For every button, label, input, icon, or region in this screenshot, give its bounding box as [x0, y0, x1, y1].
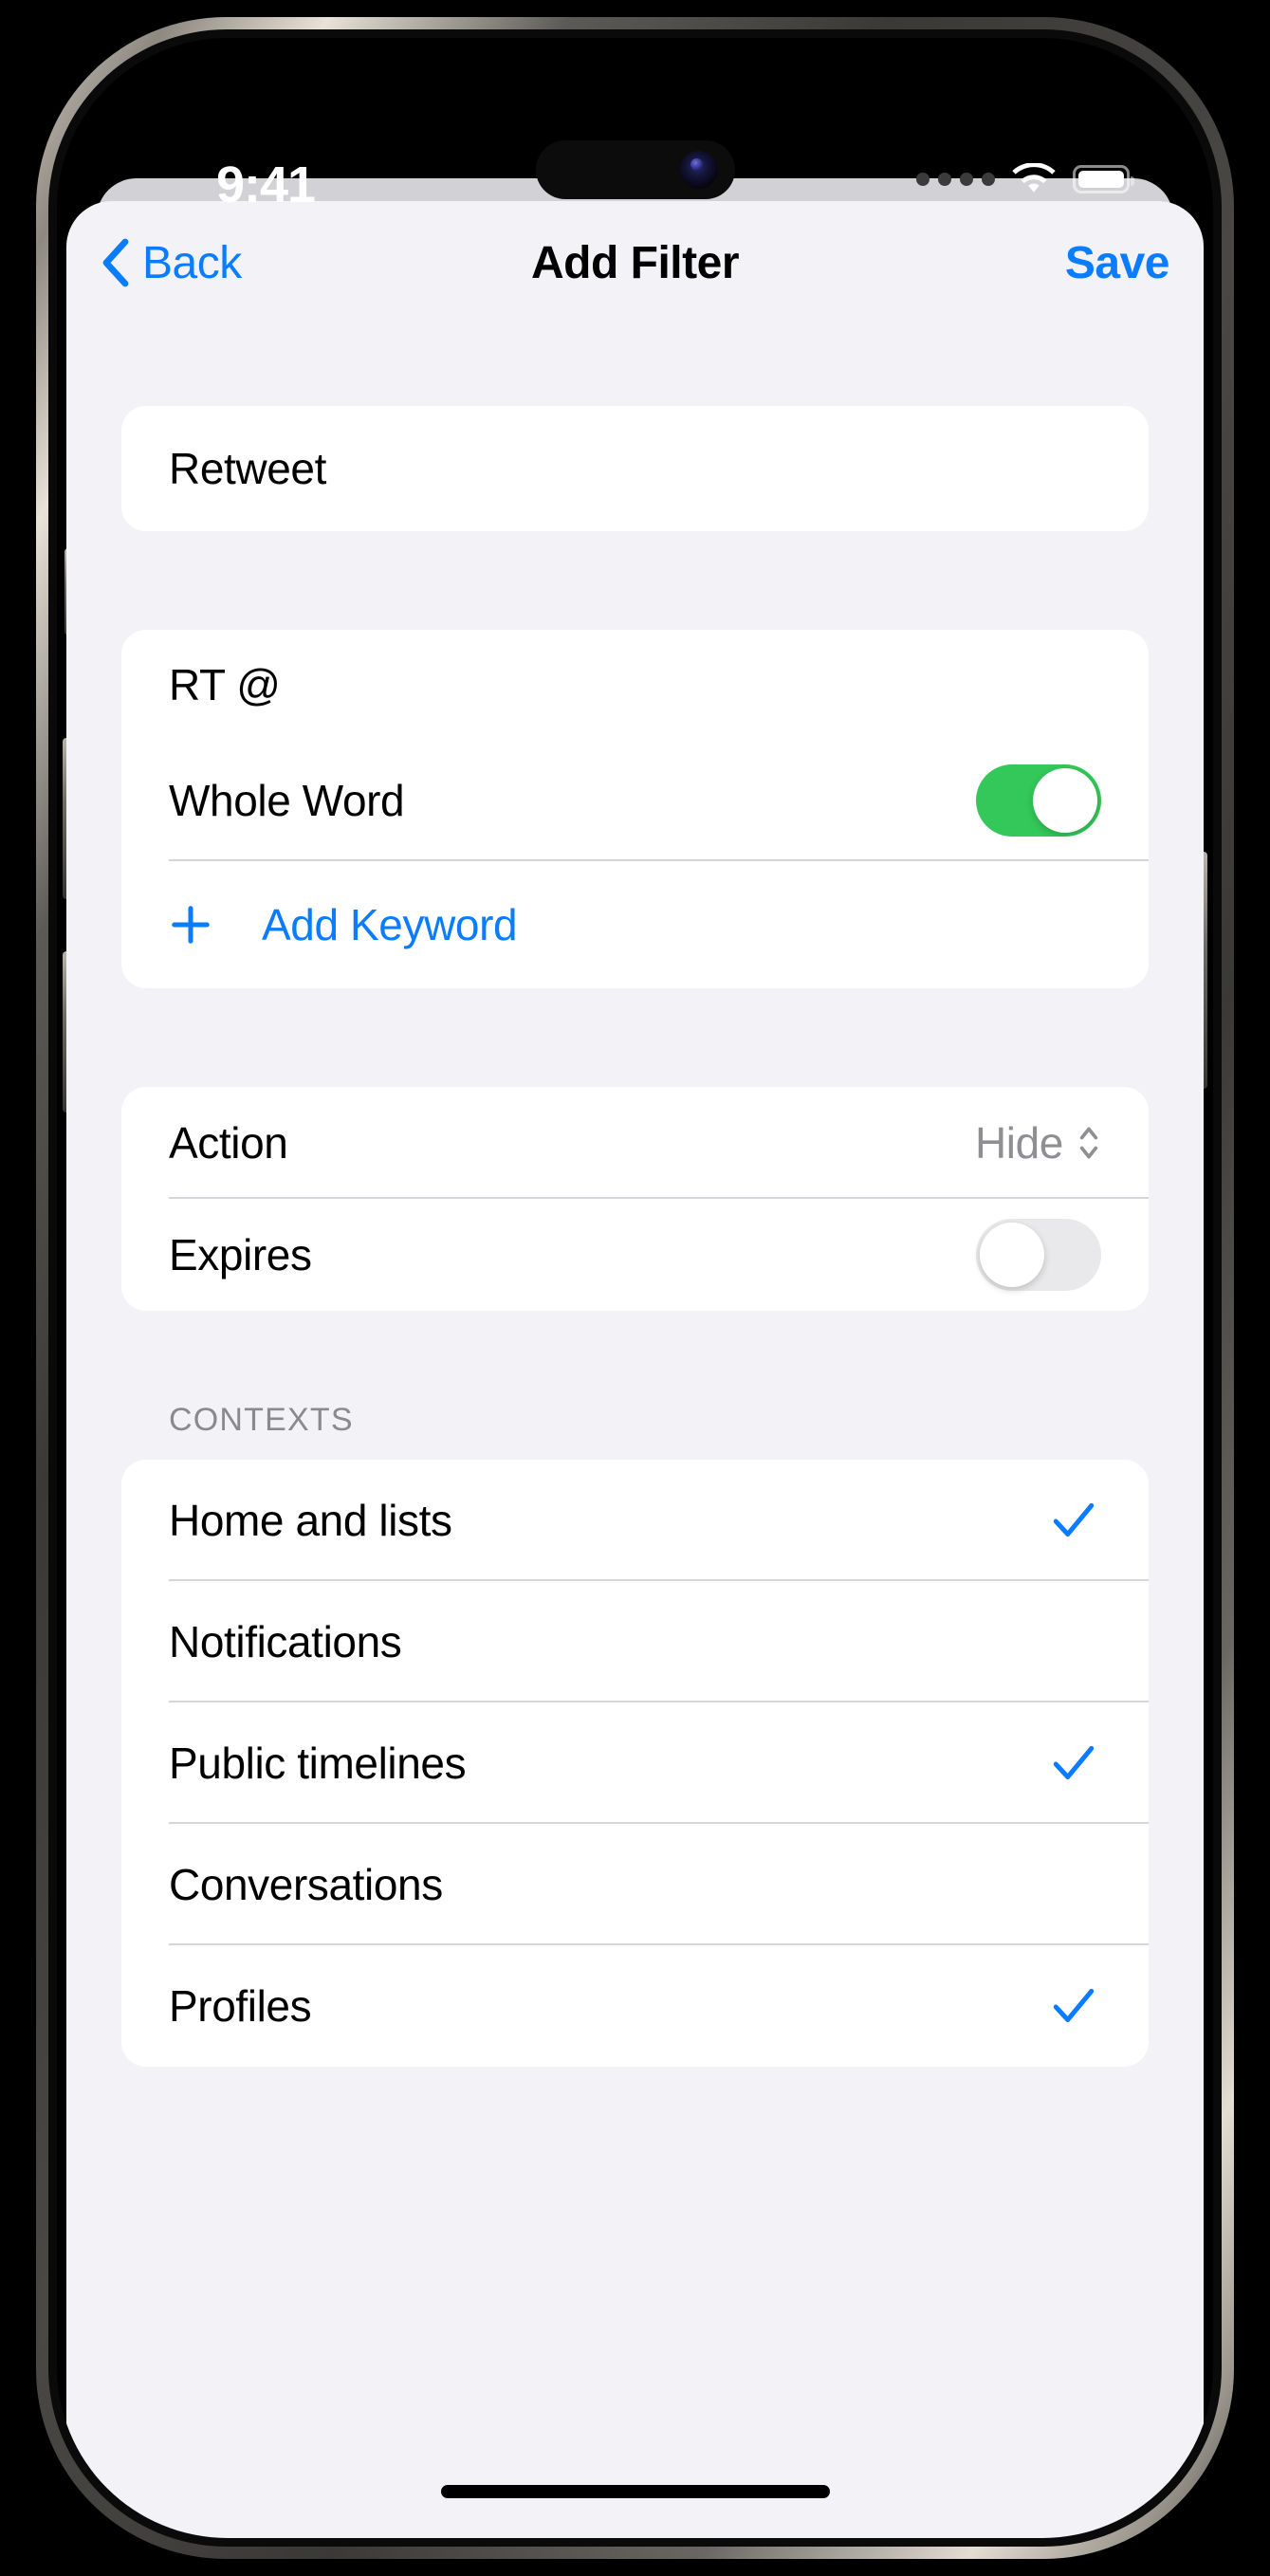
home-indicator[interactable]: [440, 2485, 830, 2498]
filter-name-card: Retweet: [121, 406, 1149, 531]
expires-row: Expires: [121, 1199, 1149, 1311]
cellular-signal-dots-icon: [916, 173, 995, 186]
up-down-chevron-icon: [1079, 1127, 1098, 1159]
context-row-public-timelines[interactable]: Public timelines: [121, 1702, 1149, 1824]
context-label: Home and lists: [169, 1496, 452, 1545]
filter-name-input[interactable]: Retweet: [169, 443, 326, 494]
front-camera-icon: [679, 151, 718, 189]
checkmark-icon: [1053, 1988, 1095, 2023]
context-row-home-and-lists[interactable]: Home and lists: [121, 1460, 1149, 1581]
keyword-row[interactable]: RT @: [121, 630, 1149, 740]
context-row-conversations[interactable]: Conversations: [121, 1824, 1149, 1945]
sheet-content: Retweet RT @ Whole Word Add Keyword Acti…: [66, 324, 1204, 2067]
keywords-card: RT @ Whole Word Add Keyword: [121, 630, 1149, 988]
device-screen: 9:41 Back Add Filter Save Retweet RT @ W…: [57, 38, 1213, 2538]
iphone-device-frame: 9:41 Back Add Filter Save Retweet RT @ W…: [36, 17, 1234, 2559]
whole-word-label: Whole Word: [169, 776, 405, 825]
contexts-section: CONTEXTS: [121, 1311, 1149, 1460]
add-filter-sheet: Back Add Filter Save Retweet RT @ Whole …: [66, 201, 1204, 2538]
toggle-knob: [1033, 768, 1097, 833]
toggle-knob: [980, 1223, 1044, 1287]
expires-label: Expires: [169, 1230, 312, 1279]
expires-toggle[interactable]: [976, 1219, 1101, 1291]
screenshot-root: 9:41 Back Add Filter Save Retweet RT @ W…: [0, 0, 1270, 2576]
add-keyword-label: Add Keyword: [262, 900, 518, 949]
status-bar-indicators: [916, 163, 1134, 195]
device-bezel: 9:41 Back Add Filter Save Retweet RT @ W…: [48, 29, 1222, 2547]
filter-name-row[interactable]: Retweet: [121, 406, 1149, 531]
context-label: Conversations: [169, 1860, 443, 1909]
wifi-icon: [1012, 163, 1056, 193]
context-label: Notifications: [169, 1617, 402, 1666]
action-label: Action: [169, 1118, 288, 1168]
contexts-section-header: CONTEXTS: [169, 1402, 354, 1438]
action-row[interactable]: Action Hide: [121, 1087, 1149, 1199]
plus-icon: [172, 906, 210, 944]
action-value: Hide: [974, 1118, 1063, 1168]
chevron-left-icon: [102, 238, 129, 287]
status-bar-time: 9:41: [215, 156, 316, 213]
checkmark-icon: [1053, 1502, 1095, 1537]
context-row-notifications[interactable]: Notifications: [121, 1581, 1149, 1702]
contexts-card: Home and lists Notifications Public time…: [121, 1460, 1149, 2067]
add-keyword-button[interactable]: Add Keyword: [121, 861, 1149, 988]
battery-full-icon: [1073, 165, 1134, 193]
context-label: Profiles: [169, 1981, 312, 2031]
context-label: Public timelines: [169, 1739, 467, 1788]
keyword-label: RT @: [169, 660, 281, 709]
context-row-profiles[interactable]: Profiles: [121, 1945, 1149, 2067]
dynamic-island: [535, 140, 735, 199]
options-card: Action Hide Expires: [121, 1087, 1149, 1311]
action-picker[interactable]: Hide: [975, 1117, 1101, 1168]
checkmark-icon: [1053, 1745, 1095, 1780]
whole-word-toggle[interactable]: [976, 764, 1101, 837]
whole-word-row: Whole Word: [121, 740, 1149, 861]
